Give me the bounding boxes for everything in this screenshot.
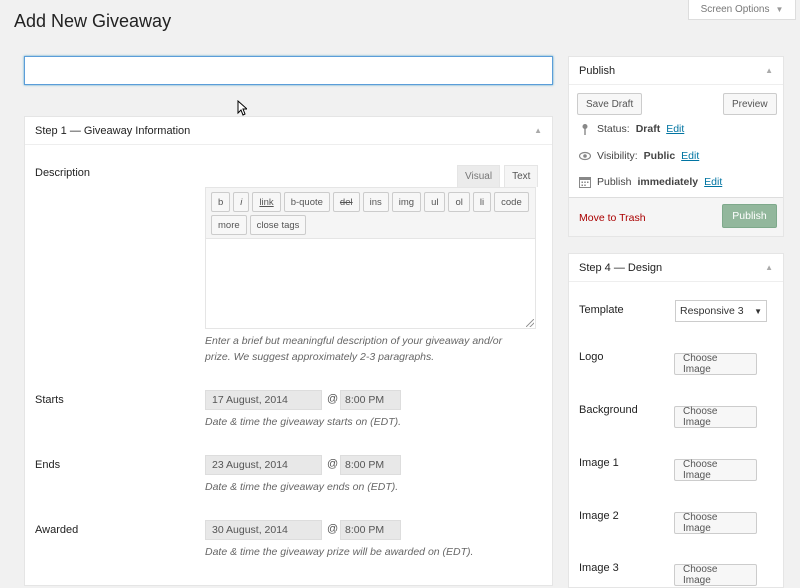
step1-giveaway-information-box: Step 1 — Giveaway Information ▲ Descript… <box>24 116 553 586</box>
image3-choose-image-button[interactable]: Choose Image <box>674 564 757 586</box>
move-to-trash-link[interactable]: Move to Trash <box>579 212 646 224</box>
qt-italic-button[interactable]: i <box>233 192 250 212</box>
editor-tabs: Visual Text <box>457 165 539 187</box>
image1-label: Image 1 <box>579 457 619 469</box>
awarded-date-input[interactable]: 30 August, 2014 <box>205 520 322 540</box>
triangle-up-icon[interactable]: ▲ <box>765 66 773 75</box>
step1-header[interactable]: Step 1 — Giveaway Information ▲ <box>25 117 552 145</box>
step4-design-box: Step 4 — Design ▲ Template Responsive 3 … <box>568 253 784 588</box>
qt-close-tags-button[interactable]: close tags <box>249 215 307 235</box>
visibility-edit-link[interactable]: Edit <box>681 150 699 162</box>
visibility-row: Visibility: Public Edit <box>579 150 699 162</box>
triangle-up-icon[interactable]: ▲ <box>534 126 542 135</box>
background-choose-image-button[interactable]: Choose Image <box>674 406 757 428</box>
qt-code-button[interactable]: code <box>494 192 529 212</box>
page-title: Add New Giveaway <box>14 11 172 31</box>
template-select-value: Responsive 3 <box>680 305 744 317</box>
ends-date-input[interactable]: 23 August, 2014 <box>205 455 322 475</box>
tab-text[interactable]: Text <box>504 165 539 187</box>
qt-more-button[interactable]: more <box>211 215 247 235</box>
preview-button[interactable]: Preview <box>723 93 777 115</box>
image2-label: Image 2 <box>579 510 619 522</box>
visibility-label: Visibility: <box>597 150 638 162</box>
publish-actions: Move to Trash Publish <box>569 197 783 236</box>
template-label: Template <box>579 304 624 316</box>
save-draft-button[interactable]: Save Draft <box>577 93 643 115</box>
logo-label: Logo <box>579 351 604 363</box>
status-value: Draft <box>635 123 661 135</box>
schedule-edit-link[interactable]: Edit <box>704 176 722 188</box>
triangle-up-icon[interactable]: ▲ <box>765 263 773 272</box>
image3-label: Image 3 <box>579 562 619 574</box>
image1-choose-image-button[interactable]: Choose Image <box>674 459 757 481</box>
visibility-value: Public <box>643 150 676 162</box>
publish-button[interactable]: Publish <box>722 204 777 228</box>
chevron-down-icon: ▼ <box>754 306 762 316</box>
awarded-label: Awarded <box>35 524 79 536</box>
eye-icon <box>579 151 591 161</box>
awarded-at-symbol: @ <box>327 523 339 535</box>
quicktags-toolbar: b i link b-quote del ins img ul ol li co… <box>205 187 536 239</box>
title-input[interactable] <box>24 56 553 85</box>
image2-choose-image-button[interactable]: Choose Image <box>674 512 757 534</box>
qt-ins-button[interactable]: ins <box>362 192 389 212</box>
template-select[interactable]: Responsive 3 ▼ <box>675 300 767 322</box>
resize-handle-icon[interactable] <box>526 319 534 327</box>
tab-visual[interactable]: Visual <box>457 165 501 187</box>
publish-title: Publish <box>579 64 616 77</box>
starts-help: Date & time the giveaway starts on (EDT)… <box>205 416 402 428</box>
logo-choose-image-button[interactable]: Choose Image <box>674 353 757 375</box>
step4-header[interactable]: Step 4 — Design ▲ <box>569 254 783 282</box>
ends-time-input[interactable]: 8:00 PM <box>340 455 401 475</box>
pin-icon <box>582 124 588 135</box>
step1-title: Step 1 — Giveaway Information <box>35 124 191 137</box>
ends-at-symbol: @ <box>327 458 339 470</box>
calendar-icon <box>579 177 591 188</box>
starts-date-input[interactable]: 17 August, 2014 <box>205 390 322 410</box>
qt-li-button[interactable]: li <box>472 192 492 212</box>
qt-del-button[interactable]: del <box>332 192 360 212</box>
awarded-time-input[interactable]: 8:00 PM <box>340 520 401 540</box>
qt-bold-button[interactable]: b <box>211 192 231 212</box>
starts-at-symbol: @ <box>327 393 339 405</box>
awarded-help: Date & time the giveaway prize will be a… <box>205 546 474 558</box>
description-textarea[interactable] <box>205 239 536 329</box>
status-row: Status: Draft Edit <box>579 123 684 135</box>
description-label: Description <box>35 167 91 179</box>
starts-time-input[interactable]: 8:00 PM <box>340 390 401 410</box>
qt-img-button[interactable]: img <box>391 192 422 212</box>
schedule-label: Publish <box>597 176 632 188</box>
publish-header[interactable]: Publish ▲ <box>569 57 783 85</box>
qt-blockquote-button[interactable]: b-quote <box>283 192 330 212</box>
status-label: Status: <box>597 123 630 135</box>
ends-help: Date & time the giveaway ends on (EDT). <box>205 481 399 493</box>
qt-ul-button[interactable]: ul <box>424 192 446 212</box>
ends-label: Ends <box>35 459 61 471</box>
publish-box: Publish ▲ Save Draft Preview Status: Dra… <box>568 56 784 237</box>
screen-options-label: Screen Options <box>700 4 770 15</box>
background-label: Background <box>579 404 638 416</box>
schedule-row: Publish immediately Edit <box>579 176 722 188</box>
qt-ol-button[interactable]: ol <box>448 192 470 212</box>
description-help: Enter a brief but meaningful description… <box>205 335 503 363</box>
screen-options-button[interactable]: Screen Options ▼ <box>688 0 796 20</box>
starts-label: Starts <box>35 394 64 406</box>
status-edit-link[interactable]: Edit <box>666 123 684 135</box>
step4-title: Step 4 — Design <box>579 261 663 274</box>
mouse-cursor-icon <box>237 100 247 116</box>
schedule-value: immediately <box>637 176 699 188</box>
chevron-down-icon: ▼ <box>775 5 784 14</box>
qt-link-button[interactable]: link <box>252 192 281 212</box>
